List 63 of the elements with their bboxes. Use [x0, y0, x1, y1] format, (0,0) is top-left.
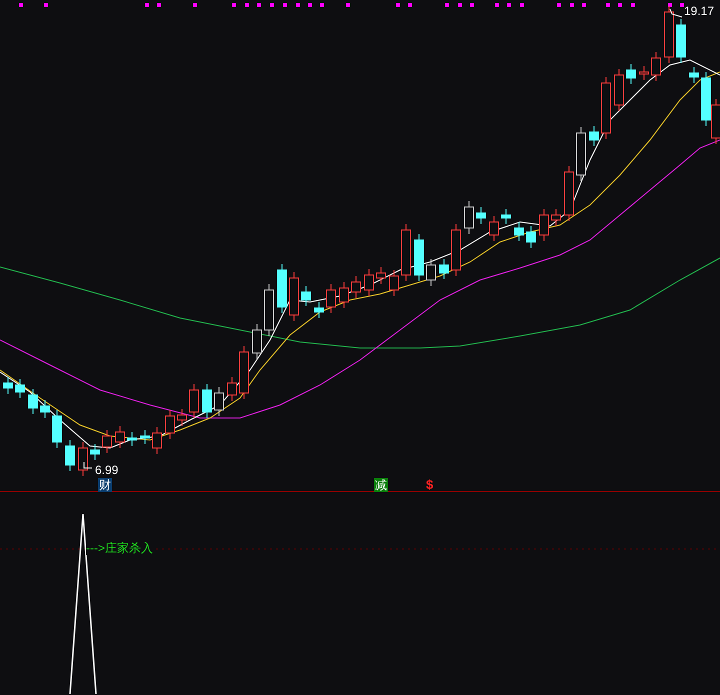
candlestick [651, 52, 661, 82]
candlestick [701, 72, 711, 126]
candlestick [439, 258, 449, 280]
candlestick [314, 302, 324, 318]
candlestick [551, 208, 561, 226]
candlestick [376, 266, 386, 284]
candlestick [576, 126, 586, 182]
candlestick [289, 272, 299, 322]
candlestick [389, 270, 399, 296]
candlestick [264, 284, 274, 336]
candlestick [564, 166, 574, 222]
candlestick [140, 430, 150, 444]
candlestick [676, 18, 686, 64]
candlestick [689, 66, 699, 84]
candlestick [52, 410, 62, 448]
candlestick [464, 200, 474, 234]
candlestick [526, 226, 536, 248]
signal-badge: 财 [98, 478, 112, 492]
candlestick [277, 264, 287, 314]
candlestick [426, 258, 436, 286]
candlestick [451, 224, 461, 276]
candlestick [3, 376, 13, 394]
candlestick [252, 324, 262, 360]
candlestick [351, 276, 361, 298]
candlestick [364, 268, 374, 296]
candlestick [639, 66, 649, 80]
candlestick [40, 400, 50, 418]
high-price-label: 19.17 [684, 4, 714, 18]
candlestick [626, 64, 636, 84]
candlestick [239, 346, 249, 400]
candlestick [90, 444, 100, 460]
candlestick [664, 6, 674, 64]
candlestick [414, 234, 424, 282]
candlestick [301, 286, 311, 306]
low-price-label: 6.99 [95, 463, 118, 477]
candlestick [28, 388, 38, 414]
candlestick [127, 432, 137, 446]
candlestick [214, 386, 224, 416]
candlestick [326, 284, 336, 314]
candlestick [401, 224, 411, 282]
candlestick [152, 426, 162, 454]
candlestick [165, 410, 175, 440]
candlestick [78, 442, 88, 476]
candlestick [601, 76, 611, 140]
candlestick [102, 430, 112, 454]
candlestick [501, 208, 511, 224]
candlestick [339, 282, 349, 308]
candlestick [614, 68, 624, 112]
candlestick [15, 378, 25, 398]
candlestick [514, 222, 524, 242]
candlestick [589, 126, 599, 146]
candlestick [539, 208, 549, 242]
candlestick [177, 408, 187, 426]
candlestick [227, 376, 237, 402]
candlestick [476, 206, 486, 224]
candlestick [115, 426, 125, 448]
signal-label: --->庄家杀入 [86, 541, 153, 555]
signal-badge: 减 [374, 478, 388, 492]
candlestick [202, 384, 212, 418]
candlestick [189, 384, 199, 418]
candlestick [65, 440, 75, 472]
candlestick [489, 216, 499, 242]
signal-mark: $ [426, 478, 434, 492]
